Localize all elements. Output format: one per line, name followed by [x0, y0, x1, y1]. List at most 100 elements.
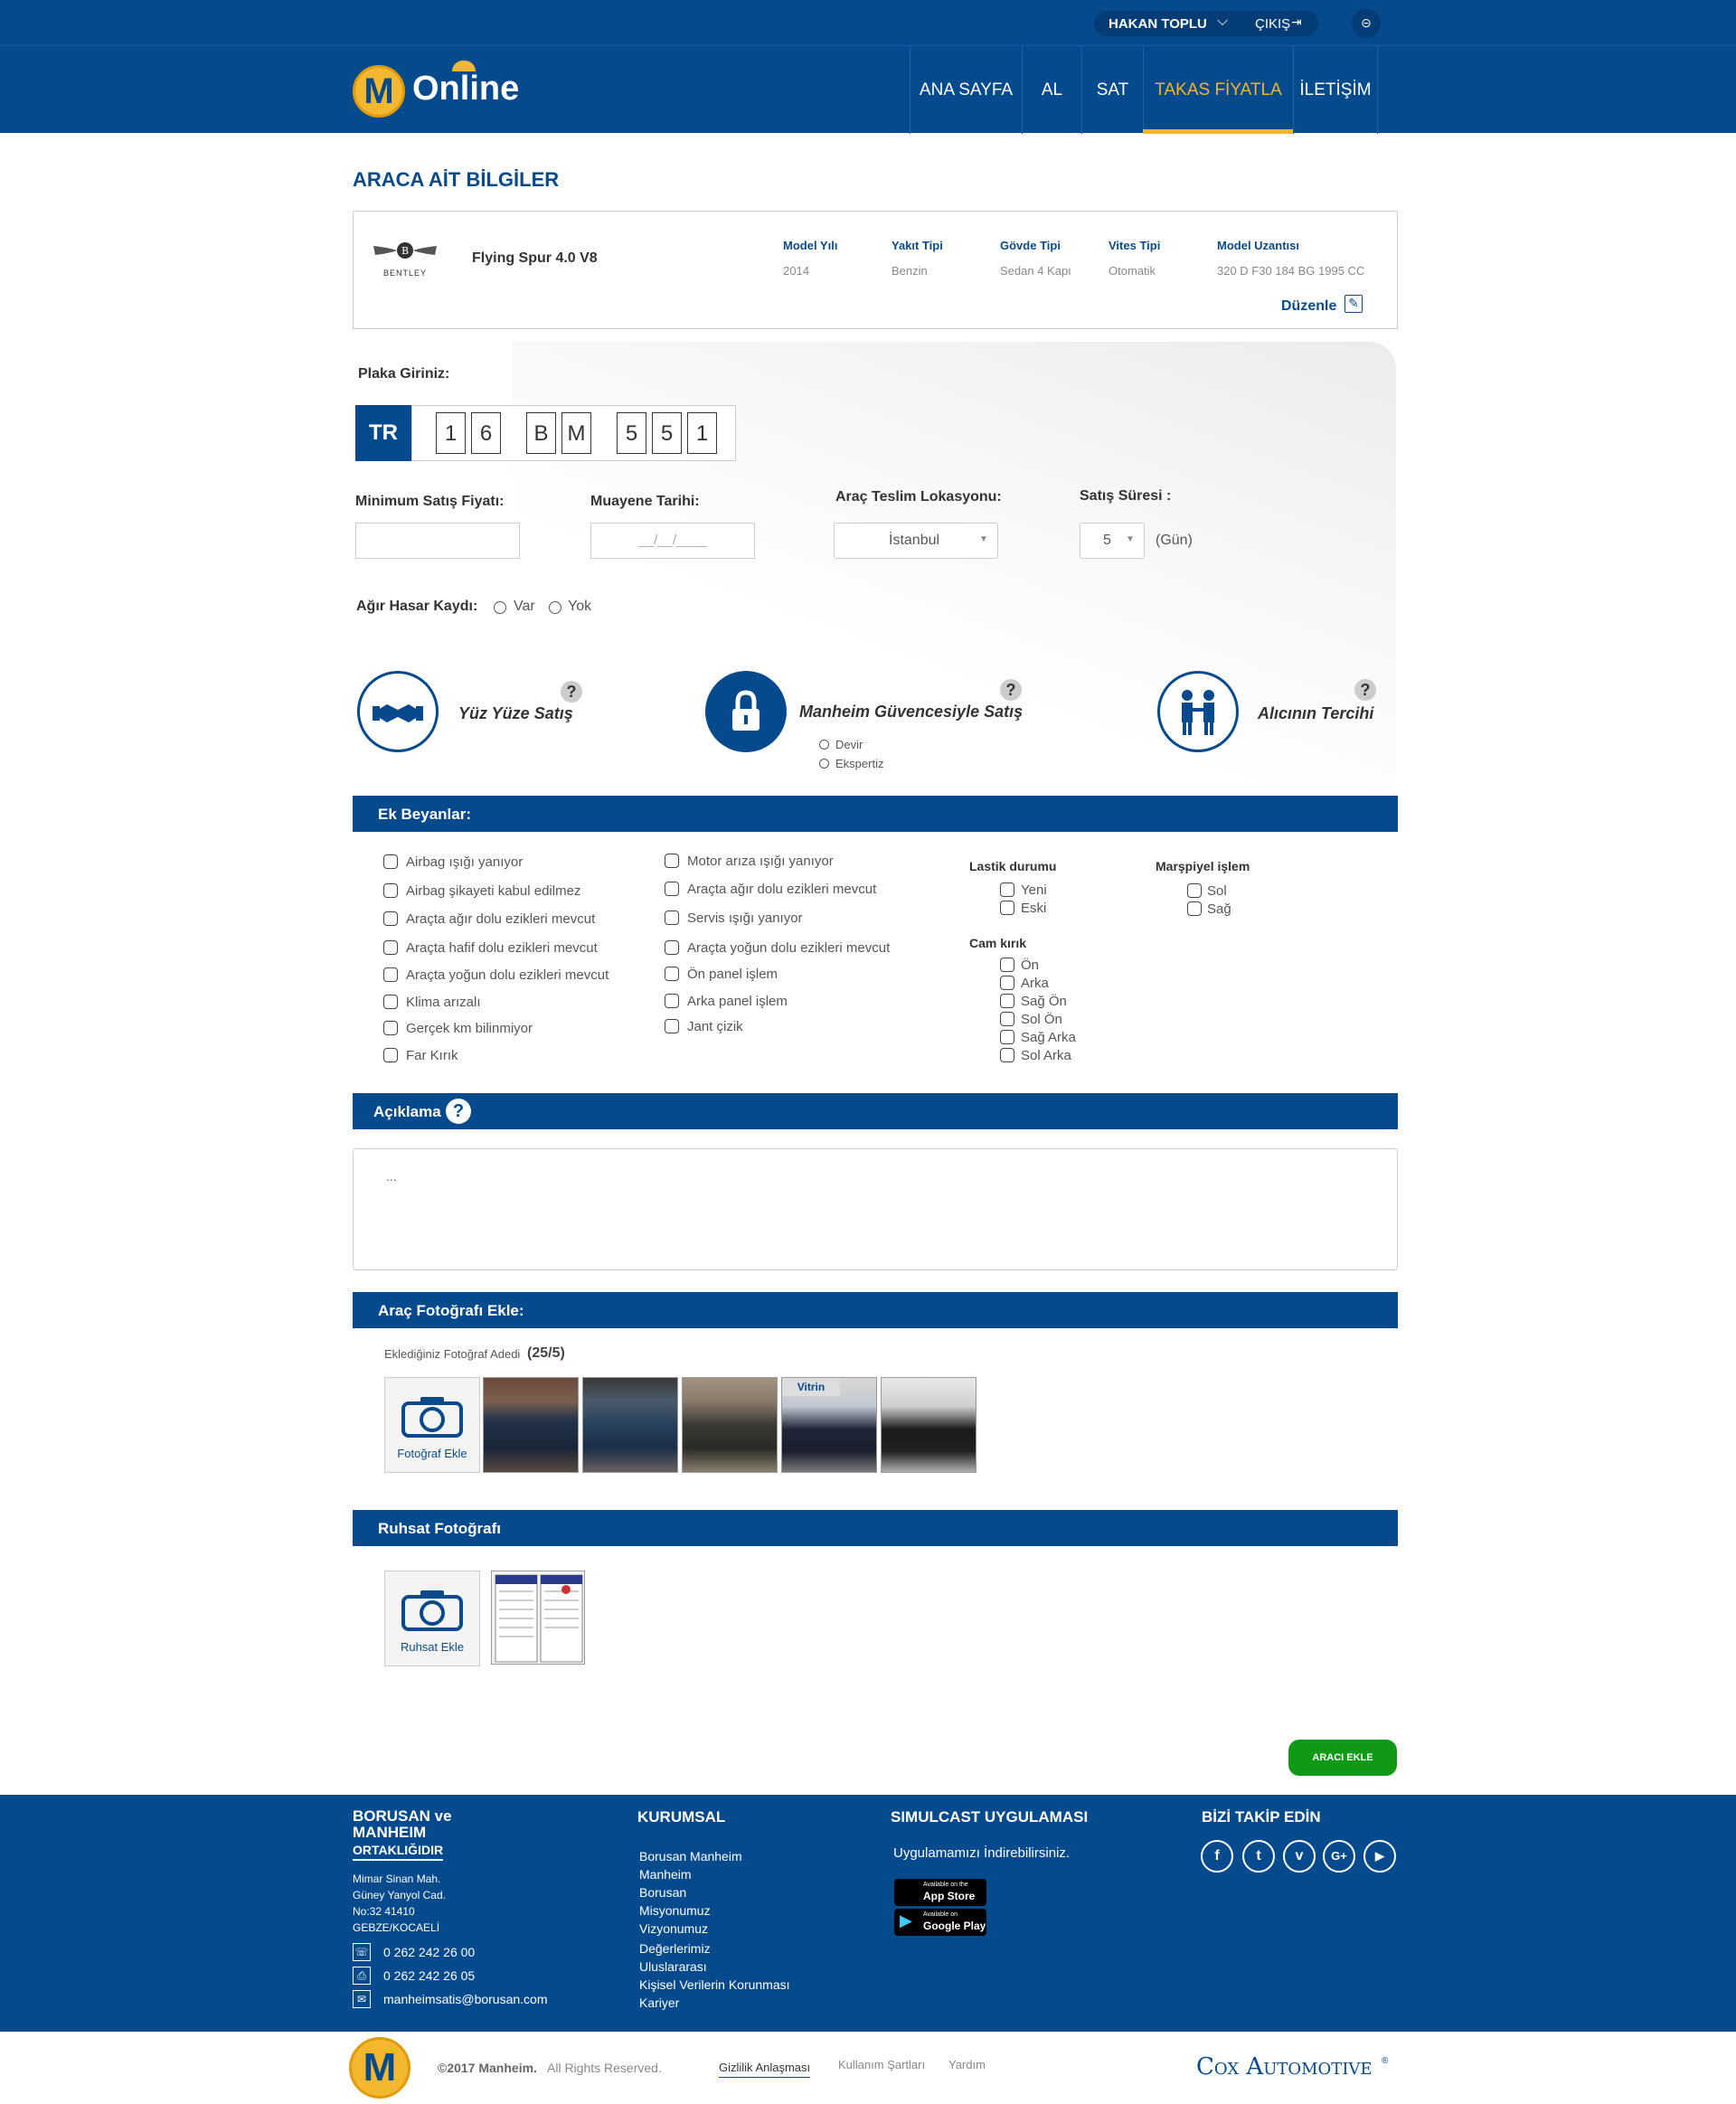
min-price-input[interactable] — [355, 523, 520, 559]
checkbox[interactable] — [665, 1019, 679, 1033]
spec-label-gear: Vites Tipi — [1109, 239, 1161, 252]
footer-link[interactable]: Manheim — [639, 1865, 692, 1883]
duration-value: 5 — [1103, 533, 1111, 548]
help-icon[interactable]: ? — [446, 1099, 471, 1124]
add-photo-button[interactable]: Fotoğraf Ekle — [384, 1377, 480, 1473]
license-photo[interactable] — [491, 1571, 585, 1665]
bottom-logo-letter: M — [363, 2045, 397, 2090]
youtube-icon[interactable]: ▶ — [1363, 1840, 1396, 1873]
nav-trade-price[interactable]: TAKAS FİYATLA — [1143, 46, 1293, 134]
checkbox[interactable] — [383, 854, 398, 869]
footer-link[interactable]: Kişisel Verilerin Korunması — [639, 1976, 790, 1994]
help-icon[interactable]: ? — [561, 681, 582, 703]
plate-char[interactable]: M — [561, 412, 591, 454]
edit-icon[interactable]: ✎ — [1344, 295, 1363, 313]
footer: BORUSAN ve MANHEIM ORTAKLIĞIDIR Mimar Si… — [0, 1795, 1736, 2032]
checkbox[interactable] — [383, 995, 398, 1009]
app-store-button[interactable]: Available on the App Store — [894, 1879, 986, 1906]
plate-char[interactable]: 1 — [436, 412, 466, 454]
add-license-button[interactable]: Ruhsat Ekle — [384, 1571, 480, 1666]
steering-wheel-icon[interactable]: ⊝ — [1352, 9, 1381, 38]
spec-value-body: Sedan 4 Kapı — [1000, 264, 1071, 278]
checkbox[interactable] — [383, 1048, 398, 1062]
chevron-down-icon[interactable]: ⌵ — [1217, 14, 1228, 30]
transfer-radio[interactable] — [819, 740, 829, 750]
checkbox[interactable] — [665, 994, 679, 1008]
nav-home[interactable]: ANA SAYFA — [910, 46, 1022, 134]
footer-link[interactable]: Değerlerimiz — [639, 1939, 711, 1958]
lock-icon[interactable] — [705, 671, 787, 752]
footer-link[interactable]: Vizyonumuz — [639, 1920, 708, 1938]
logout-icon[interactable]: ⇥ — [1291, 14, 1302, 30]
footer-link[interactable]: Uluslararası — [639, 1958, 707, 1976]
plate-char[interactable]: 5 — [617, 412, 646, 454]
damage-no-radio[interactable] — [549, 601, 561, 614]
checkbox[interactable] — [1000, 976, 1014, 990]
damage-yes-radio[interactable] — [494, 601, 506, 614]
license-header: Ruhsat Fotoğrafı — [353, 1510, 1398, 1546]
duration-select[interactable]: 5 ▼ — [1080, 523, 1145, 559]
car-photo[interactable]: Vitrin — [781, 1377, 877, 1473]
google-play-button[interactable]: ▶ Available on Google Play — [894, 1909, 986, 1936]
checkbox[interactable] — [665, 940, 679, 955]
help-link[interactable]: Yardım — [948, 2058, 986, 2071]
help-icon[interactable]: ? — [1354, 679, 1376, 701]
checkbox[interactable] — [1187, 883, 1202, 898]
checkbox[interactable] — [1000, 1030, 1014, 1044]
add-vehicle-button[interactable]: ARACI EKLE — [1288, 1740, 1397, 1776]
photo-count-label: Eklediğiniz Fotoğraf Adedi — [384, 1347, 521, 1361]
description-textarea[interactable]: ... — [353, 1148, 1398, 1270]
duration-label: Satış Süresi : — [1080, 488, 1172, 504]
checkbox[interactable] — [665, 910, 679, 925]
facebook-icon[interactable]: f — [1201, 1840, 1233, 1873]
logout-link[interactable]: ÇIKIŞ — [1255, 16, 1290, 32]
checkbox[interactable] — [665, 967, 679, 981]
nav-buy[interactable]: AL — [1022, 46, 1081, 134]
checkbox[interactable] — [1000, 958, 1014, 972]
checkbox[interactable] — [1000, 901, 1014, 915]
checkbox[interactable] — [665, 854, 679, 868]
checkbox[interactable] — [383, 967, 398, 982]
plate-char[interactable]: B — [526, 412, 556, 454]
checkbox[interactable] — [1000, 1012, 1014, 1026]
footer-link[interactable]: Kariyer — [639, 1994, 679, 2012]
footer-link[interactable]: Borusan — [639, 1883, 686, 1901]
checkbox[interactable] — [665, 882, 679, 896]
address-line: No:32 41410 — [353, 1905, 415, 1918]
plate-char[interactable]: 5 — [652, 412, 682, 454]
inspection-date-input[interactable]: __/__/____ — [590, 523, 755, 559]
email[interactable]: manheimsatis@borusan.com — [383, 1992, 548, 2006]
footer-link[interactable]: Misyonumuz — [639, 1901, 711, 1920]
user-menu[interactable]: HAKAN TOPLU ⌵ ÇIKIŞ ⇥ — [1094, 11, 1318, 36]
handshake-icon[interactable] — [357, 671, 439, 752]
edit-link[interactable]: Düzenle — [1281, 298, 1336, 315]
plate-char[interactable]: 6 — [471, 412, 501, 454]
checkbox[interactable] — [383, 911, 398, 926]
nav-sell[interactable]: SAT — [1081, 46, 1143, 134]
checkbox[interactable] — [1187, 901, 1202, 916]
checkbox[interactable] — [383, 1021, 398, 1035]
vimeo-icon[interactable]: v — [1283, 1840, 1316, 1873]
checkbox[interactable] — [1000, 994, 1014, 1008]
plate-char[interactable]: 1 — [687, 412, 717, 454]
checkbox[interactable] — [1000, 1048, 1014, 1062]
checkbox[interactable] — [383, 883, 398, 898]
car-photo[interactable] — [881, 1377, 976, 1473]
checkbox[interactable] — [383, 940, 398, 955]
car-photo[interactable] — [682, 1377, 778, 1473]
buyers-icon[interactable] — [1157, 671, 1239, 752]
checkbox[interactable] — [1000, 882, 1014, 897]
privacy-link[interactable]: Gizlilik Anlaşması — [719, 2061, 811, 2078]
nav-contact[interactable]: İLETİŞİM — [1293, 46, 1378, 134]
checkbox-label: Eski — [1021, 901, 1047, 916]
car-photo[interactable] — [483, 1377, 579, 1473]
twitter-icon[interactable]: t — [1242, 1840, 1275, 1873]
terms-link[interactable]: Kullanım Şartları — [838, 2058, 925, 2071]
car-photo[interactable] — [582, 1377, 678, 1473]
help-icon[interactable]: ? — [1000, 679, 1022, 701]
footer-link[interactable]: Borusan Manheim — [639, 1847, 742, 1865]
google-plus-icon[interactable]: G+ — [1323, 1840, 1355, 1873]
expertise-radio[interactable] — [819, 759, 829, 769]
location-select[interactable]: İstanbul ▼ — [834, 523, 998, 559]
app-store-small: Available on the — [923, 1882, 968, 1888]
